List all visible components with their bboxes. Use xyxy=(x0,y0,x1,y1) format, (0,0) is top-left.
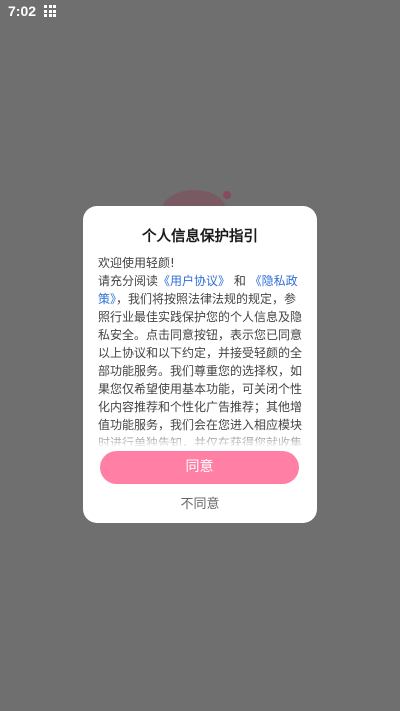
dialog-body[interactable]: 欢迎使用轻颜! 请充分阅读《用户协议》 和 《隐私政策》，我们将按照法律法规的规… xyxy=(98,254,304,446)
scroll-fade xyxy=(83,428,317,448)
intro-text: 请充分阅读 xyxy=(98,274,159,288)
background-dot xyxy=(223,191,231,199)
and-text: 和 xyxy=(230,274,250,288)
agree-button[interactable]: 同意 xyxy=(100,451,299,484)
apps-grid-icon xyxy=(44,5,57,17)
policy-body-text: ，我们将按照法律法规的规定，参照行业最佳实践保护您的个人信息及隐私安全。点击同意… xyxy=(98,292,303,446)
agreement-paragraph: 请充分阅读《用户协议》 和 《隐私政策》，我们将按照法律法规的规定，参照行业最佳… xyxy=(98,272,304,446)
status-bar: 7:02 xyxy=(0,0,400,22)
disagree-button[interactable]: 不同意 xyxy=(83,495,317,515)
status-time: 7:02 xyxy=(8,3,37,19)
dialog-title: 个人信息保护指引 xyxy=(142,229,258,245)
user-agreement-link[interactable]: 《用户协议》 xyxy=(158,274,230,288)
greeting-text: 欢迎使用轻颜! xyxy=(98,256,175,270)
privacy-dialog: 个人信息保护指引 欢迎使用轻颜! 请充分阅读《用户协议》 和 《隐私政策》，我们… xyxy=(83,206,317,523)
